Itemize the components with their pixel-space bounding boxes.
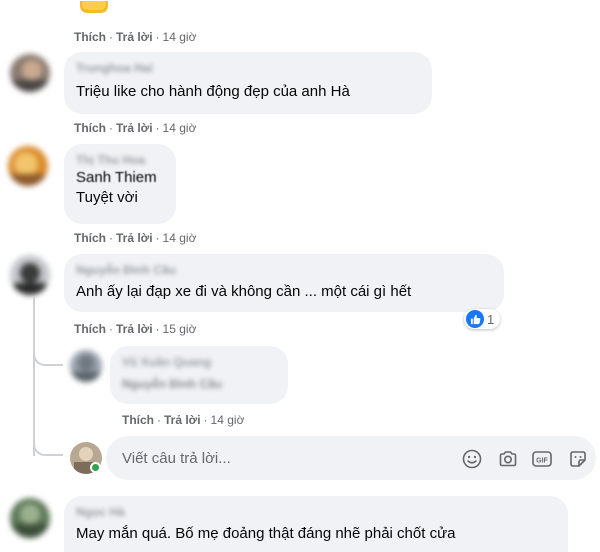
avatar[interactable]	[10, 498, 50, 538]
comment-time[interactable]: 15 giờ	[163, 322, 197, 336]
avatar[interactable]	[8, 146, 48, 186]
comment-time[interactable]: 14 giờ	[163, 121, 197, 135]
reply-composer: GIF	[106, 436, 596, 480]
comment-actions: Thích · Trả lời · 14 giờ	[74, 231, 197, 245]
like-link[interactable]: Thích	[74, 231, 106, 245]
comment-actions: Thích · Trả lời · 15 giờ	[74, 322, 197, 336]
comment-text: Triệu like cho hành động đẹp của anh Hà	[76, 83, 350, 100]
reply-link[interactable]: Trả lời	[116, 30, 153, 44]
reply-connector	[33, 430, 63, 456]
like-link[interactable]: Thích	[122, 413, 154, 427]
comment-author[interactable]: Thị Thu Hoa	[76, 152, 164, 168]
online-status-dot	[90, 462, 101, 473]
svg-text:GIF: GIF	[536, 458, 548, 465]
like-link[interactable]: Thích	[74, 30, 106, 44]
thumbs-up-icon	[466, 310, 484, 328]
reply-input[interactable]	[106, 436, 446, 480]
avatar[interactable]	[10, 54, 50, 92]
reply-link[interactable]: Trả lời	[116, 121, 153, 135]
comment-text: May mắn quá. Bố mẹ đoảng thật đáng nhẽ p…	[76, 525, 456, 542]
reply-link[interactable]: Trả lời	[164, 413, 201, 427]
avatar[interactable]	[10, 255, 50, 295]
reply-link[interactable]: Trả lời	[116, 322, 153, 336]
reply-bubble: Vũ Xuân Quang Nguyễn Đình Cầu	[110, 346, 288, 404]
reaction-count: 1	[487, 311, 495, 327]
smiley-icon[interactable]	[461, 448, 483, 470]
comment-author[interactable]: Ngọc Hà	[76, 504, 556, 520]
emoji-reaction-image	[80, 0, 108, 13]
reply-actions: Thích · Trả lời · 14 giờ	[122, 413, 245, 427]
like-link[interactable]: Thích	[74, 322, 106, 336]
comment-author[interactable]: Nguyễn Đình Cầu	[76, 262, 492, 278]
tagged-name[interactable]: Sanh Thiem	[76, 168, 164, 188]
comment-bubble: Trunghoa Hai Triệu like cho hành động đẹ…	[64, 52, 432, 114]
reply-connector	[33, 336, 63, 366]
comment-actions: Thích · Trả lời · 14 giờ	[74, 30, 197, 44]
comment-bubble: Nguyễn Đình Cầu Anh ấy lại đạp xe đi và …	[64, 254, 504, 312]
comment-bubble: Thị Thu Hoa Sanh Thiem Tuyệt vời	[64, 144, 176, 224]
comment-actions: Thích · Trả lời · 14 giờ	[74, 121, 197, 135]
reply-author[interactable]: Vũ Xuân Quang	[122, 354, 276, 370]
comment-time[interactable]: 14 giờ	[163, 231, 197, 245]
comment-text: Anh ấy lại đạp xe đi và không cần ... mộ…	[76, 283, 412, 300]
comment-bubble: Ngọc Hà May mắn quá. Bố mẹ đoảng thật đá…	[64, 496, 568, 552]
reply-time[interactable]: 14 giờ	[211, 413, 245, 427]
sticker-icon[interactable]	[567, 448, 589, 470]
camera-icon[interactable]	[497, 448, 519, 470]
like-link[interactable]: Thích	[74, 121, 106, 135]
avatar[interactable]	[70, 350, 102, 382]
reply-link[interactable]: Trả lời	[116, 231, 153, 245]
comment-text: Tuyệt vời	[76, 189, 138, 206]
reaction-summary[interactable]: 1	[464, 309, 501, 329]
tagged-name[interactable]: Nguyễn Đình Cầu	[122, 376, 276, 392]
gif-icon[interactable]: GIF	[531, 448, 553, 470]
comment-author[interactable]: Trunghoa Hai	[76, 60, 420, 76]
comment-time[interactable]: 14 giờ	[163, 30, 197, 44]
